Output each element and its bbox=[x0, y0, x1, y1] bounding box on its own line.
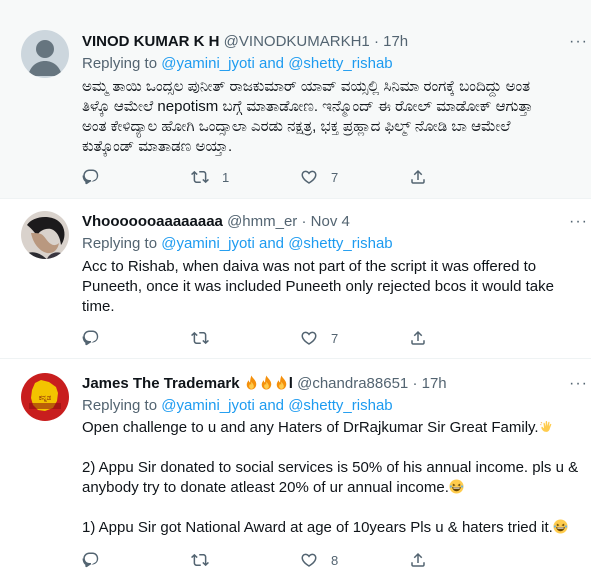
text-line: anybody try to donate atleast 20% of ur … bbox=[82, 478, 582, 498]
svg-text:ಕನ್ನಡ: ಕನ್ನಡ bbox=[39, 394, 52, 403]
tweet-actions: 7 bbox=[82, 328, 502, 348]
share-icon bbox=[409, 168, 427, 186]
profile-photo bbox=[21, 211, 69, 259]
timestamp[interactable]: 17h bbox=[383, 33, 408, 50]
tweet-text: ಅಮ್ಮ ತಾಯಿ ಒಂದ್ಸಲ ಪುನೀತ್ ರಾಜಕುಮಾರ್ ಯಾವ್ ವ… bbox=[82, 78, 533, 155]
reply-icon bbox=[82, 329, 100, 347]
mention-link[interactable]: @shetty_rishab bbox=[288, 55, 392, 72]
share-button[interactable] bbox=[409, 167, 427, 187]
more-icon[interactable]: ··· bbox=[569, 32, 588, 52]
tweet-actions: 8 bbox=[82, 550, 502, 570]
share-button[interactable] bbox=[409, 550, 427, 570]
display-name-suffix: l bbox=[288, 375, 293, 392]
laughing-icon bbox=[553, 519, 568, 534]
replying-label: Replying to bbox=[82, 55, 162, 72]
like-count: 7 bbox=[331, 330, 339, 346]
fire-icon bbox=[274, 375, 289, 390]
user-handle[interactable]: @hmm_er bbox=[227, 213, 297, 230]
mention-link[interactable]: @yamini_jyoti bbox=[161, 235, 255, 252]
mention-link[interactable]: @shetty_rishab bbox=[288, 235, 392, 252]
share-button[interactable] bbox=[409, 328, 427, 348]
like-button[interactable]: 7 bbox=[300, 167, 338, 187]
avatar[interactable] bbox=[21, 30, 69, 78]
reply-icon bbox=[82, 168, 100, 186]
reply-button[interactable] bbox=[82, 550, 113, 570]
default-avatar-icon bbox=[21, 30, 69, 78]
and-others-link[interactable]: and bbox=[255, 55, 288, 72]
tweet-header: VINOD KUMAR K H @VINODKUMARKH1 · 17h bbox=[82, 32, 408, 52]
tweet-3[interactable]: ಕನ್ನಡ James The Trademark l @chandra8865… bbox=[0, 359, 591, 570]
laughing-icon bbox=[449, 479, 464, 494]
timestamp[interactable]: Nov 4 bbox=[311, 213, 350, 230]
replying-to: Replying to @yamini_jyoti and @shetty_ri… bbox=[82, 54, 393, 74]
fire-icon bbox=[244, 375, 259, 390]
profile-photo: ಕನ್ನಡ bbox=[21, 373, 69, 421]
reply-button[interactable] bbox=[82, 167, 113, 187]
avatar[interactable]: ಕನ್ನಡ bbox=[21, 373, 69, 421]
text-line: 2) Appu Sir donated to social services i… bbox=[82, 459, 579, 476]
retweet-count: 1 bbox=[222, 169, 230, 185]
and-others-link[interactable]: and bbox=[255, 397, 288, 414]
tweet-actions: 1 7 bbox=[82, 167, 502, 187]
user-handle[interactable]: @chandra88651 bbox=[297, 375, 408, 392]
like-count: 7 bbox=[331, 169, 339, 185]
separator-dot: · bbox=[373, 33, 379, 50]
user-handle[interactable]: @VINODKUMARKH1 bbox=[224, 33, 370, 50]
tweet-header: James The Trademark l @chandra88651 · 17… bbox=[82, 374, 447, 394]
like-icon bbox=[300, 168, 318, 186]
waving-hand-icon bbox=[539, 419, 554, 434]
separator-dot: · bbox=[412, 375, 418, 392]
share-icon bbox=[409, 329, 427, 347]
retweet-button[interactable] bbox=[191, 328, 222, 348]
text-line: 1) Appu Sir got National Award at age of… bbox=[82, 518, 582, 538]
fire-icon bbox=[259, 375, 274, 390]
separator-dot: · bbox=[301, 213, 307, 230]
tweet-text: Open challenge to u and any Haters of Dr… bbox=[82, 418, 582, 538]
replying-to: Replying to @yamini_jyoti and @shetty_ri… bbox=[82, 396, 393, 416]
tweet-text: Acc to Rishab, when daiva was not part o… bbox=[82, 258, 554, 315]
avatar[interactable] bbox=[21, 211, 69, 259]
like-button[interactable]: 7 bbox=[300, 328, 338, 348]
like-count: 8 bbox=[331, 552, 339, 568]
display-name-text: James The Trademark bbox=[82, 375, 240, 392]
timestamp[interactable]: 17h bbox=[422, 375, 447, 392]
like-icon bbox=[300, 329, 318, 347]
retweet-button[interactable]: 1 bbox=[191, 167, 229, 187]
retweet-icon bbox=[191, 551, 209, 569]
mention-link[interactable]: @shetty_rishab bbox=[288, 397, 392, 414]
line-text: 1) Appu Sir got National Award at age of… bbox=[82, 519, 553, 536]
line-text: Open challenge to u and any Haters of Dr… bbox=[82, 419, 539, 436]
more-icon[interactable]: ··· bbox=[569, 212, 588, 232]
retweet-icon bbox=[191, 329, 209, 347]
display-name[interactable]: Vhooooooaaaaaaaa bbox=[82, 213, 223, 230]
reply-icon bbox=[82, 551, 100, 569]
retweet-button[interactable] bbox=[191, 550, 222, 570]
mention-link[interactable]: @yamini_jyoti bbox=[161, 55, 255, 72]
replying-label: Replying to bbox=[82, 235, 162, 252]
display-name[interactable]: VINOD KUMAR K H bbox=[82, 33, 220, 50]
like-icon bbox=[300, 551, 318, 569]
tweet-2[interactable]: Vhooooooaaaaaaaa @hmm_er · Nov 4 ··· Rep… bbox=[0, 199, 591, 359]
replying-label: Replying to bbox=[82, 397, 162, 414]
tweet-1[interactable]: VINOD KUMAR K H @VINODKUMARKH1 · 17h ···… bbox=[0, 0, 591, 199]
and-others-link[interactable]: and bbox=[255, 235, 288, 252]
share-icon bbox=[409, 551, 427, 569]
more-icon[interactable]: ··· bbox=[569, 374, 588, 394]
replying-to: Replying to @yamini_jyoti and @shetty_ri… bbox=[82, 234, 393, 254]
line-text: anybody try to donate atleast 20% of ur … bbox=[82, 479, 449, 496]
display-name[interactable]: James The Trademark l bbox=[82, 375, 293, 392]
retweet-icon bbox=[191, 168, 209, 186]
like-button[interactable]: 8 bbox=[300, 550, 338, 570]
reply-button[interactable] bbox=[82, 328, 113, 348]
text-line: Open challenge to u and any Haters of Dr… bbox=[82, 418, 582, 438]
tweet-header: Vhooooooaaaaaaaa @hmm_er · Nov 4 bbox=[82, 212, 350, 232]
mention-link[interactable]: @yamini_jyoti bbox=[161, 397, 255, 414]
